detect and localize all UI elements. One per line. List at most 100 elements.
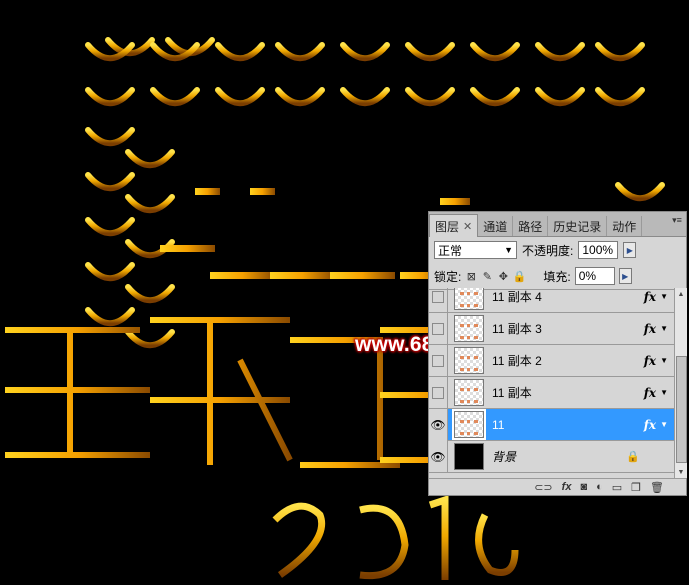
scale-arc bbox=[125, 149, 175, 169]
scale-arc bbox=[85, 217, 135, 237]
visibility-toggle[interactable]: 👁 bbox=[429, 440, 448, 473]
scale-arc bbox=[85, 127, 135, 147]
chevron-down-icon: ▼ bbox=[504, 245, 513, 255]
layer-row[interactable]: 11 副本 fx ▼ bbox=[429, 376, 674, 409]
gold-bar bbox=[210, 272, 275, 279]
horizontal-bars bbox=[160, 188, 470, 279]
scale-arc bbox=[535, 87, 585, 107]
visibility-toggle[interactable] bbox=[429, 344, 448, 377]
scale-arc bbox=[85, 172, 135, 192]
tab-layers[interactable]: 图层 ✕ bbox=[429, 214, 479, 237]
layer-name: 11 副本 4 bbox=[492, 290, 542, 304]
layer-thumbnail bbox=[454, 379, 484, 406]
scale-arc bbox=[405, 87, 455, 107]
scale-arc bbox=[215, 87, 265, 107]
layer-name: 11 副本 bbox=[492, 386, 532, 400]
expand-arrow-icon[interactable]: ▼ bbox=[660, 420, 668, 429]
layer-row[interactable]: 11 副本 3 fx ▼ bbox=[429, 312, 674, 345]
expand-arrow-icon[interactable]: ▼ bbox=[660, 356, 668, 365]
visibility-toggle[interactable] bbox=[429, 312, 448, 345]
fill-slider-button[interactable]: ▶ bbox=[618, 268, 632, 284]
scale-arc bbox=[215, 42, 265, 62]
scale-arc bbox=[405, 42, 455, 62]
scale-arc bbox=[125, 329, 175, 349]
blend-mode-select[interactable]: 正常 ▼ bbox=[434, 241, 517, 259]
layer-row[interactable]: 👁 背景 🔒 bbox=[429, 440, 674, 473]
link-icon[interactable]: ⊂⊃ bbox=[534, 481, 552, 494]
fx-icon[interactable]: fx bbox=[644, 322, 656, 336]
scale-arc bbox=[595, 42, 645, 62]
scale-arc bbox=[595, 87, 645, 107]
panel-menu-icon[interactable]: ▾≡ bbox=[671, 214, 683, 226]
lock-all-icon[interactable]: 🔒 bbox=[513, 270, 527, 283]
expand-arrow-icon[interactable]: ▼ bbox=[660, 388, 668, 397]
scroll-up-icon[interactable]: ▲ bbox=[675, 288, 687, 300]
lock-image-icon[interactable]: ✎ bbox=[481, 270, 493, 283]
fill-input[interactable]: 0% bbox=[574, 267, 615, 285]
scroll-down-icon[interactable]: ▼ bbox=[675, 466, 687, 478]
scale-arc bbox=[85, 42, 135, 62]
layer-thumbnail bbox=[454, 347, 484, 374]
layer-thumbnail bbox=[454, 315, 484, 342]
visibility-toggle[interactable]: 👁 bbox=[429, 408, 448, 441]
tab-paths[interactable]: 路径 bbox=[513, 216, 549, 236]
scale-arc bbox=[340, 87, 390, 107]
scale-arc bbox=[85, 87, 135, 107]
scale-arc bbox=[150, 87, 200, 107]
fx-icon[interactable]: fx bbox=[644, 354, 656, 368]
fx-icon[interactable]: fx bbox=[562, 481, 572, 493]
panel-tabs: 图层 ✕ 通道 路径 历史记录 动作 ▾≡ bbox=[429, 212, 686, 237]
layers-scrollbar[interactable]: ▲ ▼ bbox=[674, 288, 687, 478]
scale-arc bbox=[275, 42, 325, 62]
opacity-input[interactable]: 100% bbox=[578, 241, 619, 259]
opacity-slider-button[interactable]: ▶ bbox=[623, 242, 637, 258]
expand-arrow-icon[interactable]: ▼ bbox=[660, 292, 668, 301]
opacity-label: 不透明度: bbox=[522, 243, 574, 258]
visibility-toggle[interactable] bbox=[429, 376, 448, 409]
mask-icon[interactable]: ◙ bbox=[580, 481, 587, 493]
layer-thumbnail bbox=[452, 409, 486, 440]
tab-channels[interactable]: 通道 bbox=[478, 216, 514, 236]
fill-label: 填充: bbox=[543, 269, 571, 284]
layer-row[interactable]: 11 副本 2 fx ▼ bbox=[429, 344, 674, 377]
gold-bar bbox=[160, 245, 215, 252]
scale-arc bbox=[615, 182, 665, 202]
tab-history[interactable]: 历史记录 bbox=[548, 216, 608, 236]
close-icon[interactable]: ✕ bbox=[463, 220, 472, 233]
layer-row-selected[interactable]: 👁 11 fx ▼ bbox=[429, 408, 674, 441]
gold-bar bbox=[330, 272, 395, 279]
lock-transparency-icon[interactable]: ⊠ bbox=[465, 270, 477, 283]
scale-arc bbox=[470, 87, 520, 107]
scale-arc bbox=[125, 194, 175, 214]
layer-thumbnail bbox=[454, 288, 484, 310]
layer-thumbnail bbox=[454, 443, 484, 470]
folder-icon[interactable]: ▭ bbox=[612, 481, 622, 494]
trash-icon[interactable]: 🗑 bbox=[650, 481, 664, 494]
eye-icon: 👁 bbox=[430, 417, 446, 432]
scale-arc bbox=[275, 87, 325, 107]
fx-icon[interactable]: fx bbox=[644, 418, 656, 432]
expand-arrow-icon[interactable]: ▼ bbox=[660, 324, 668, 333]
lock-label: 锁定: bbox=[434, 269, 462, 284]
tab-actions[interactable]: 动作 bbox=[607, 216, 643, 236]
scroll-thumb[interactable] bbox=[676, 356, 687, 463]
visibility-toggle[interactable] bbox=[429, 288, 448, 313]
scale-arc bbox=[85, 262, 135, 282]
layers-panel: 图层 ✕ 通道 路径 历史记录 动作 ▾≡ 正常 ▼ 不透明度: 100% ▶ 锁… bbox=[428, 211, 687, 496]
layer-name: 11 副本 3 bbox=[492, 322, 542, 336]
lock-position-icon[interactable]: ✥ bbox=[497, 270, 509, 283]
gold-bar bbox=[195, 188, 220, 195]
layer-name: 11 bbox=[492, 417, 505, 432]
scale-arc bbox=[340, 42, 390, 62]
fx-icon[interactable]: fx bbox=[644, 290, 656, 304]
new-layer-icon[interactable]: ❐ bbox=[631, 481, 641, 494]
panel-footer: ⊂⊃ fx ◙ ◐ ▭ ❐ 🗑 bbox=[429, 478, 686, 495]
layer-name: 11 副本 2 bbox=[492, 354, 542, 368]
gold-bar bbox=[270, 272, 335, 279]
adjustment-icon[interactable]: ◐ bbox=[596, 481, 603, 493]
fx-icon[interactable]: fx bbox=[644, 386, 656, 400]
scale-arc bbox=[125, 284, 175, 304]
lock-icon: 🔒 bbox=[626, 451, 640, 463]
layer-row[interactable]: 11 副本 4 fx ▼ bbox=[429, 288, 674, 313]
layer-name: 背景 bbox=[492, 450, 517, 464]
